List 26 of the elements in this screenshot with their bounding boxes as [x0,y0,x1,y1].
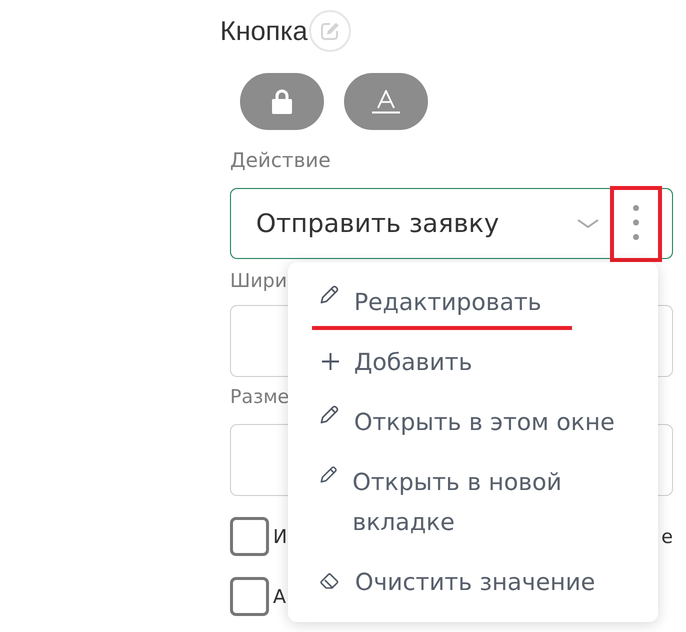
menu-item[interactable]: Редактировать [288,272,658,332]
checkbox[interactable] [230,577,269,616]
font-icon [372,90,400,114]
more-button[interactable] [610,186,662,262]
checkbox[interactable] [230,517,269,556]
pencil-icon [320,285,339,304]
edit-icon [318,20,341,42]
field-label: Действие [230,150,331,170]
menu-item[interactable]: Очистить значение [288,552,658,612]
pencil-icon [320,465,338,484]
checkbox-label: А [273,586,286,608]
pencil-icon [320,405,339,424]
field-label: Разме [230,387,290,407]
field-label: Шири [230,271,288,291]
checkbox-label: е [661,526,673,548]
menu-item[interactable]: Открыть в этом окне [288,392,658,452]
lock-icon [272,89,292,114]
chevron-down-icon [576,219,598,228]
menu-item[interactable]: Добавить [288,332,658,392]
eraser-icon [320,573,340,589]
checkbox-label: И [273,526,288,548]
plus-icon [322,353,339,370]
menu-item[interactable]: Открыть в новой вкладке [288,452,658,552]
action-select[interactable]: Отправить заявку [230,188,673,259]
vertical-dots-icon [632,204,638,240]
section-title: Кнопка [220,16,308,46]
